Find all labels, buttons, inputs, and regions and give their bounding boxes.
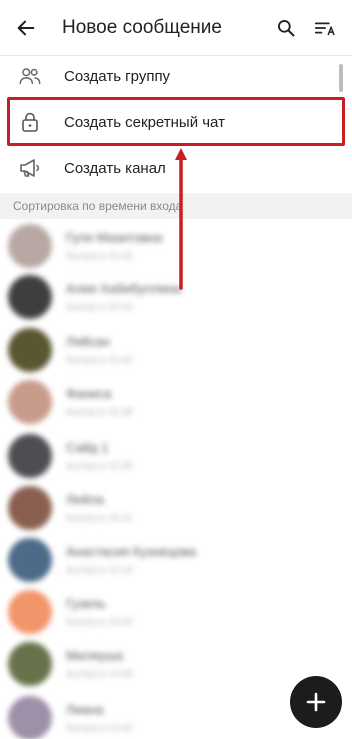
avatar bbox=[8, 224, 52, 268]
contact-item[interactable]: Алия Хабибуллина был(а) в 15:42 bbox=[0, 270, 352, 324]
contact-name: Фаниса bbox=[66, 386, 112, 401]
search-button[interactable] bbox=[266, 0, 306, 56]
contact-item[interactable]: Сайд 1 был(а) в 15:30 bbox=[0, 429, 352, 483]
contact-status: был(а) в 15:21 bbox=[66, 513, 133, 524]
sort-alpha-icon bbox=[314, 21, 335, 35]
avatar bbox=[8, 696, 52, 739]
create-secret-chat-item[interactable]: Создать секретный чат bbox=[0, 98, 342, 146]
contact-status: был(а) в 14:40 bbox=[66, 723, 133, 734]
create-group-label: Создать группу bbox=[64, 67, 171, 85]
contact-name: Сайд 1 bbox=[66, 440, 109, 455]
contact-item[interactable]: Гузель был(а) в 15:02 bbox=[0, 585, 352, 639]
contact-name: Лейла bbox=[66, 492, 104, 507]
contact-name: Гузель bbox=[66, 596, 106, 611]
contact-status: был(а) в 15:10 bbox=[66, 565, 133, 576]
back-button[interactable] bbox=[2, 0, 50, 56]
contact-name: Ляйсан bbox=[66, 334, 110, 349]
contact-status: был(а) в 15:42 bbox=[66, 302, 133, 313]
contact-item[interactable]: Анастасия Кузнецова был(а) в 15:10 bbox=[0, 533, 352, 587]
contact-name: Лиана bbox=[66, 702, 104, 717]
contact-status: был(а) в 15:45 bbox=[66, 251, 133, 262]
contact-name: Гуля Мазитовна bbox=[66, 230, 163, 245]
contact-status: был(а) в 15:30 bbox=[66, 461, 133, 472]
contact-status: был(а) в 15:38 bbox=[66, 407, 133, 418]
plus-icon bbox=[306, 692, 326, 712]
sort-button[interactable] bbox=[306, 0, 346, 56]
create-group-item[interactable]: Создать группу bbox=[0, 52, 342, 100]
avatar bbox=[8, 328, 52, 372]
avatar bbox=[8, 486, 52, 530]
contact-list: Гуля Мазитовна был(а) в 15:45 Алия Хабибу… bbox=[0, 219, 352, 739]
avatar bbox=[8, 275, 52, 319]
contact-item[interactable]: Гуля Мазитовна был(а) в 15:45 bbox=[0, 219, 352, 273]
contact-item[interactable]: Ляйсан был(а) в 15:40 bbox=[0, 323, 352, 377]
create-channel-label: Создать канал bbox=[64, 159, 166, 177]
scrollbar-thumb[interactable] bbox=[339, 64, 343, 92]
lock-icon bbox=[22, 112, 38, 132]
people-icon bbox=[19, 68, 41, 85]
contact-name: Анастасия Кузнецова bbox=[66, 544, 196, 559]
megaphone-icon bbox=[20, 159, 40, 177]
contact-item[interactable]: Лейла был(а) в 15:21 bbox=[0, 481, 352, 535]
page-title: Новое сообщение bbox=[62, 16, 222, 38]
contact-item[interactable]: Фаниса был(а) в 15:38 bbox=[0, 375, 352, 429]
arrow-left-icon bbox=[17, 20, 35, 35]
contact-status: был(а) в 15:40 bbox=[66, 355, 133, 366]
search-icon bbox=[278, 19, 295, 36]
contact-name: Миляуша bbox=[66, 648, 123, 663]
section-header: Сортировка по времени входа bbox=[0, 193, 352, 219]
section-header-label: Сортировка по времени входа bbox=[13, 199, 183, 213]
contact-name: Алия Хабибуллина bbox=[66, 281, 181, 296]
avatar bbox=[8, 434, 52, 478]
contact-status: был(а) в 15:02 bbox=[66, 617, 133, 628]
contact-status: был(а) в 14:58 bbox=[66, 669, 133, 680]
new-message-fab[interactable] bbox=[290, 676, 342, 728]
avatar bbox=[8, 380, 52, 424]
avatar bbox=[8, 642, 52, 686]
create-channel-item[interactable]: Создать канал bbox=[0, 144, 342, 192]
create-secret-chat-label: Создать секретный чат bbox=[64, 113, 225, 131]
avatar bbox=[8, 590, 52, 634]
app-bar: Новое сообщение bbox=[0, 0, 352, 56]
avatar bbox=[8, 538, 52, 582]
